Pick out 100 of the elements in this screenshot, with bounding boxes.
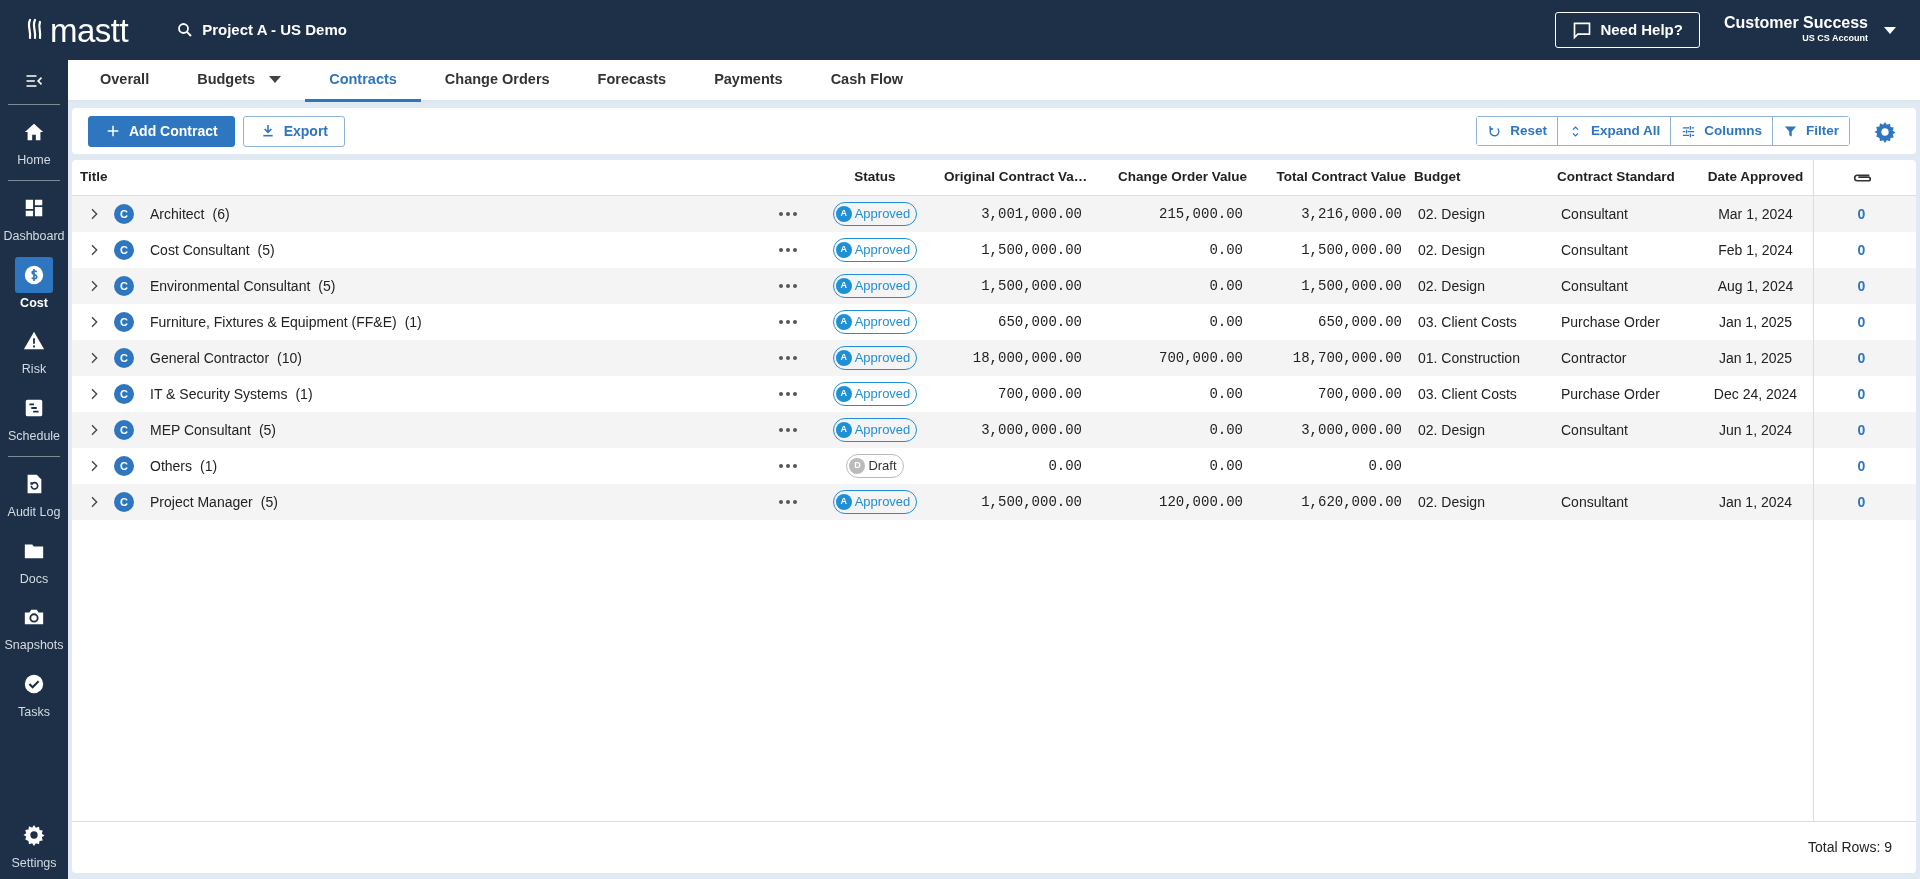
sidebar-item[interactable]: Cost [0,251,68,319]
sidebar-item[interactable]: Risk [0,318,68,385]
tab[interactable]: Overall [76,60,174,102]
logo: mastt [50,13,129,47]
table-cell-text: 0.00 [1208,240,1244,260]
attachment-count-link[interactable]: 0 [1857,491,1866,513]
attachment-count-link[interactable]: 0 [1857,383,1866,405]
table-cell-text: 0.00 [1208,312,1244,332]
column-header[interactable]: Status [810,167,940,188]
attachment-count-link[interactable]: 0 [1857,419,1866,441]
table-cell: 03. Client Costs [1418,385,1517,402]
row-title: IT & Security Systems [150,384,288,404]
more-icon [778,248,797,252]
table-cell-text: 700,000.00 [1317,384,1403,404]
table-cell-text: 1,620,000.00 [1300,492,1403,512]
type-badge: C [114,276,134,296]
attachment-count-link[interactable]: 0 [1857,275,1866,297]
tab[interactable]: Contracts [305,60,421,102]
column-header[interactable]: Change Order Value [1090,167,1251,188]
tab[interactable]: Payments [690,60,807,102]
attachment-count-link[interactable]: 0 [1857,347,1866,369]
row-title: Others [150,456,192,476]
type-badge: C [114,348,134,368]
settings-icon [1874,120,1896,143]
row-count: (1) [404,312,422,332]
account-name: US CS Account [1801,32,1868,46]
attachment-count-link[interactable]: 0 [1857,311,1866,333]
more-button[interactable] [778,428,797,432]
column-header[interactable]: Total Contract Value [1251,167,1410,188]
attachment-count-link[interactable]: 0 [1857,455,1866,477]
home-icon [23,121,45,143]
more-icon [778,356,797,360]
more-button[interactable] [778,320,797,324]
tab[interactable]: Budgets [173,60,306,102]
attachment-count-link[interactable]: 0 [1857,239,1866,261]
type-badge: C [114,456,134,476]
more-button[interactable] [778,248,797,252]
add-contract-button[interactable]: Add Contract [88,115,235,147]
row-count: (6) [212,204,230,224]
type-badge: C [114,240,134,260]
table-cell: Consultant [1561,241,1628,258]
more-button[interactable] [778,464,797,468]
export-button[interactable]: Export [242,115,345,147]
table-cell: Consultant [1561,421,1628,438]
column-header[interactable]: Budget [1410,167,1553,188]
table-cell: Mar 1, 2024 [1718,205,1793,222]
settings-icon [23,824,45,847]
more-icon [778,428,797,432]
sidebar-item[interactable]: Settings [0,812,68,879]
sidebar-item[interactable]: Home [0,109,68,176]
table-cell-text: 0.00 [1208,276,1244,296]
row-count: (5) [257,240,275,260]
sidebar-item[interactable]: Schedule [0,385,68,452]
column-header[interactable]: Title [72,167,765,188]
table-cell: Purchase Order [1561,313,1660,330]
sidebar-item[interactable]: Audit Log [0,460,68,528]
row-title: Environmental Consultant [150,276,311,296]
column-header[interactable]: Original Contract Va… [940,167,1090,188]
tab[interactable]: Change Orders [420,60,574,102]
tab[interactable]: Cash Flow [806,60,928,102]
table-cell: Purchase Order [1561,385,1660,402]
sidebar-item[interactable]: Tasks [0,661,68,728]
tab[interactable]: Forecasts [573,60,691,102]
toolbar-button[interactable]: Filter [1772,116,1849,146]
table-cell: Consultant [1561,277,1628,294]
reset-icon [1487,123,1503,139]
table-cell: Contractor [1561,349,1627,366]
table-cell-text: 0.00 [1047,456,1083,476]
table-cell-text: 700,000.00 [1158,348,1244,368]
row-title: MEP Consultant [150,420,251,440]
sidebar-item[interactable]: Dashboard [0,184,68,252]
more-button[interactable] [778,356,797,360]
table-cell-text: 120,000.00 [1158,492,1244,512]
project-name[interactable]: Project A - US Demo [202,18,347,42]
table-cell: Jan 1, 2025 [1718,349,1793,366]
total-rows: Total Rows: 9 [1807,837,1892,858]
table-cell-text: 3,216,000.00 [1300,204,1403,224]
more-icon [778,500,797,504]
help-button[interactable]: Need Help? [1555,11,1700,49]
attachment-count-link[interactable]: 0 [1857,203,1866,225]
user-name: Customer Success [1723,14,1868,33]
column-header[interactable]: Date Approved [1698,167,1813,188]
table-cell-text: 1,500,000.00 [1300,276,1403,296]
type-badge: C [114,312,134,332]
chat-icon [1572,20,1593,40]
more-button[interactable] [778,392,797,396]
more-button[interactable] [778,500,797,504]
column-header[interactable]: Contract Standard [1553,167,1698,188]
more-button[interactable] [778,284,797,288]
sidebar-item[interactable]: Docs [0,527,68,595]
table-cell: Jun 1, 2024 [1718,421,1793,438]
more-icon [778,392,797,396]
schedule-icon [23,397,45,419]
table-cell: 02. Design [1418,421,1485,438]
table-cell-text: 650,000.00 [1317,312,1403,332]
table-cell: Feb 1, 2024 [1718,241,1793,258]
more-button[interactable] [778,212,797,216]
dollar-icon [23,263,45,286]
sidebar-item[interactable]: Snapshots [0,594,68,661]
sliders-icon [1681,123,1697,139]
